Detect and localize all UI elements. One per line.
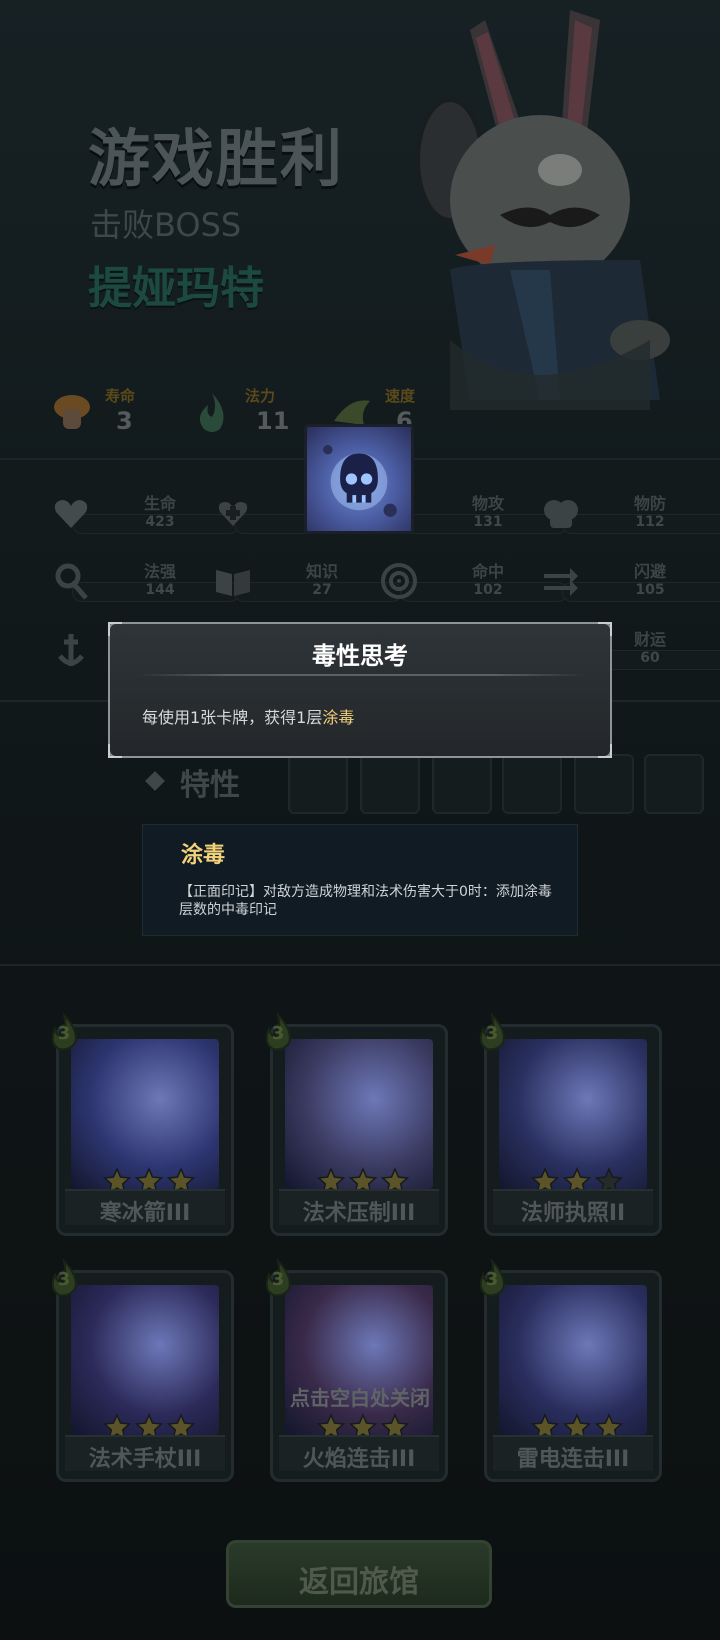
- stat-value: 112: [635, 514, 665, 530]
- stat-label: 物攻: [471, 494, 504, 513]
- trait-slot[interactable]: [502, 754, 562, 814]
- stat-label: 财运: [633, 630, 666, 649]
- resource-label: 寿命: [105, 387, 136, 405]
- keyword-panel: 涂毒 【正面印记】对敌方造成物理和法术伤害大于0时：添加涂毒层数的中毒印记: [142, 824, 578, 936]
- card-cost: 3: [271, 1023, 285, 1044]
- defeat-boss-label: 击败BOSS: [90, 206, 242, 244]
- stat-physical-defense: 物防 112: [540, 490, 720, 540]
- tooltip-corner: [108, 622, 122, 636]
- trait-slot[interactable]: [644, 754, 704, 814]
- lifespan-mushroom-icon: [54, 395, 90, 429]
- card-name: 法师执照II: [520, 1201, 626, 1226]
- trait-slot[interactable]: [432, 754, 492, 814]
- card-name: 寒冰箭III: [99, 1201, 191, 1226]
- skill-card[interactable]: 3 火焰连击III: [265, 1259, 448, 1482]
- target-icon: [381, 563, 417, 599]
- card-name: 法术压制III: [302, 1201, 416, 1226]
- return-to-inn-button[interactable]: 返回旅馆: [226, 1540, 492, 1608]
- card-name: 火焰连击III: [302, 1447, 416, 1472]
- stat-value: 105: [635, 582, 665, 598]
- stat-value: 102: [473, 582, 503, 598]
- skill-card[interactable]: 3 雷电连击III: [479, 1259, 662, 1482]
- skill-card[interactable]: 3 法师执照II: [479, 1013, 662, 1236]
- poison-skull-icon[interactable]: [304, 424, 414, 534]
- skill-tooltip: 毒性思考 每使用1张卡牌，获得1层涂毒: [108, 622, 612, 758]
- card-name: 法术手杖III: [88, 1447, 202, 1472]
- resource-mana: 法力 11: [190, 385, 310, 445]
- stat-label: 法强: [143, 562, 176, 581]
- victory-title: 游戏胜利: [88, 122, 345, 195]
- card-name: 雷电连击III: [516, 1447, 630, 1472]
- return-button-label: 返回旅馆: [299, 1565, 419, 1600]
- stat-hp: 生命 423: [50, 490, 240, 540]
- stat-accuracy: 命中 102: [378, 558, 568, 608]
- trait-slot[interactable]: [288, 754, 348, 814]
- trait-slot[interactable]: [360, 754, 420, 814]
- card-name-bar: 寒冰箭III: [65, 1189, 225, 1226]
- stat-label: 知识: [305, 562, 338, 581]
- trait-slot[interactable]: [574, 754, 634, 814]
- stat-label: 闪避: [633, 562, 666, 581]
- tooltip-corner: [598, 622, 612, 636]
- card-name-bar: 法术手杖III: [65, 1435, 225, 1472]
- stat-value: 27: [312, 582, 332, 598]
- card-cost: 3: [485, 1269, 499, 1290]
- anchor-icon: [58, 634, 84, 666]
- card-cost: 3: [57, 1269, 71, 1290]
- game-over-screen[interactable]: 游戏胜利 击败BOSS 提娅玛特 寿命 3 法力 11 速度 6 生命 423 …: [0, 0, 720, 1640]
- book-icon: [216, 570, 250, 596]
- tooltip-keyword-link[interactable]: 涂毒: [322, 708, 354, 727]
- stat-label: 命中: [471, 562, 504, 581]
- heart-icon: [54, 500, 88, 528]
- close-hint: 点击空白处关闭: [290, 1386, 430, 1410]
- boss-name: 提娅玛特: [88, 263, 264, 314]
- card-cost: 3: [57, 1023, 71, 1044]
- keyword-description: 【正面印记】对敌方造成物理和法术伤害大于0时：添加涂毒层数的中毒印记: [179, 884, 552, 918]
- traits-heading: 特性: [180, 768, 240, 803]
- diamond-bullet-icon: [145, 771, 165, 791]
- boss-portrait: [416, 10, 670, 410]
- stat-value: 131: [473, 514, 503, 530]
- skill-card[interactable]: 3 法术压制III: [265, 1013, 448, 1236]
- keyword-title: 涂毒: [181, 843, 226, 868]
- resource-value: 3: [116, 407, 133, 435]
- card-name-bar: 法师执照II: [493, 1189, 653, 1226]
- stat-label: 物防: [633, 494, 666, 513]
- card-name-bar: 火焰连击III: [279, 1435, 439, 1472]
- dodge-icon: [544, 568, 578, 596]
- stat-knowledge: 知识 27: [212, 558, 402, 608]
- card-name-bar: 雷电连击III: [493, 1435, 653, 1472]
- resource-value: 11: [256, 407, 290, 435]
- resource-label: 速度: [385, 387, 416, 405]
- stat-value: 60: [640, 650, 660, 666]
- stat-value: 144: [145, 582, 175, 598]
- tooltip-title: 毒性思考: [312, 642, 408, 670]
- magic-power-icon: [55, 563, 88, 600]
- mana-flame-icon: [199, 393, 224, 432]
- tooltip-corner: [108, 744, 122, 758]
- resource-label: 法力: [245, 387, 276, 405]
- skill-card[interactable]: 3 寒冰箭III: [51, 1013, 234, 1236]
- tooltip-desc-text: 每使用1张卡牌，获得1层: [142, 708, 323, 727]
- tooltip-corner: [598, 744, 612, 758]
- tooltip-description: 每使用1张卡牌，获得1层涂毒: [142, 704, 354, 728]
- stat-magic-power: 法强 144: [50, 558, 240, 608]
- stat-label: 生命: [143, 494, 176, 513]
- divider: [0, 964, 720, 966]
- stat-dodge: 闪避 105: [540, 558, 720, 608]
- resource-lifespan: 寿命 3: [50, 385, 170, 445]
- tooltip-divider: [138, 674, 586, 676]
- physical-defense-icon: [544, 500, 578, 528]
- card-cost: 3: [485, 1023, 499, 1044]
- skill-card[interactable]: 3 法术手杖III: [51, 1259, 234, 1482]
- card-cost: 3: [271, 1269, 285, 1290]
- heal-icon: [218, 502, 248, 526]
- card-name-bar: 法术压制III: [279, 1189, 439, 1226]
- stat-value: 423: [145, 514, 175, 530]
